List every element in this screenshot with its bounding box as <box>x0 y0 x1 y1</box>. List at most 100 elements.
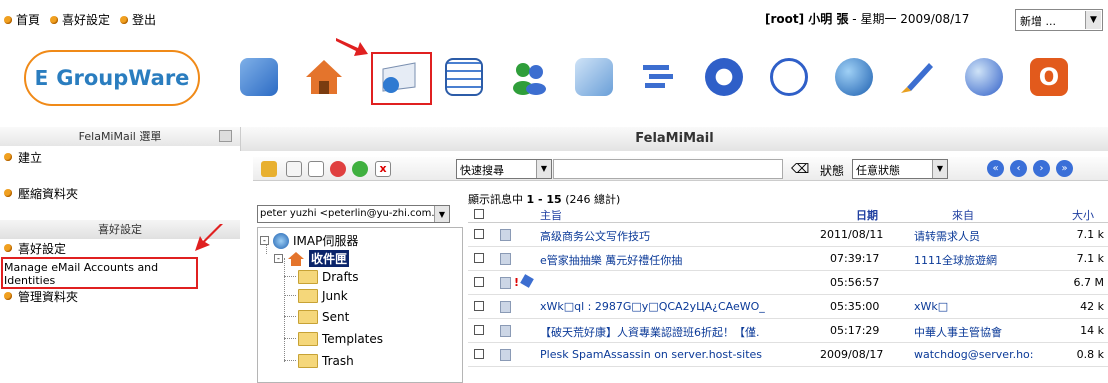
flag-icon[interactable] <box>330 161 346 177</box>
tree-root-imap[interactable]: - IMAP伺服器 <box>260 232 358 249</box>
tree-line <box>284 276 296 277</box>
message-subject[interactable]: Plesk SpamAssassin on server.host-sites <box>540 348 802 361</box>
logout-app-button[interactable]: O <box>1024 52 1074 102</box>
tree-folder-junk[interactable]: Junk <box>298 289 348 303</box>
chevron-down-icon: ▼ <box>1085 11 1101 29</box>
last-page-icon[interactable]: » <box>1056 160 1073 177</box>
message-from[interactable]: 中華人事主管協會 <box>914 324 1002 340</box>
folder-icon <box>298 310 318 324</box>
wiki-app-button[interactable] <box>959 52 1009 102</box>
collapse-icon[interactable] <box>219 130 232 142</box>
nav-prefs-link[interactable]: 喜好設定 <box>50 11 110 28</box>
sidebar-item-create[interactable]: 建立 <box>0 148 240 166</box>
chevron-down-icon: ▼ <box>536 160 551 178</box>
message-subject[interactable]: 高级商务公文写作技巧 <box>540 228 800 244</box>
tree-folder-inbox[interactable]: - 收件匣 <box>274 250 350 267</box>
row-checkbox[interactable] <box>474 325 484 335</box>
clear-search-icon[interactable]: ⌫ <box>791 162 809 177</box>
table-row[interactable]: xWk□ql : 2987G□y□QCA2yЦA¿CAeWO_ 05:35:00… <box>468 295 1108 319</box>
groupware-logo[interactable]: E GroupWare <box>24 50 200 106</box>
folder-icon <box>298 270 318 284</box>
header-size[interactable]: 大小 <box>1072 207 1094 223</box>
header-date[interactable]: 日期 <box>856 207 878 223</box>
timesheet-app-button[interactable] <box>764 52 814 102</box>
home-icon <box>306 60 342 94</box>
top-bar: 首頁 喜好設定 登出 [root] 小明 張 - 星期一 2009/08/17 … <box>0 0 1108 38</box>
status-label: 狀態 <box>820 164 845 178</box>
message-from[interactable]: watchdog@server.ho: <box>914 348 1054 361</box>
prev-page-icon[interactable]: ‹ <box>1010 160 1027 177</box>
compose-icon[interactable] <box>261 161 277 177</box>
message-size: 42 k <box>1080 300 1104 313</box>
sidebar-item-manage-folders[interactable]: 管理資料夾 <box>0 287 240 305</box>
quick-search-select[interactable]: 快速搜尋 ▼ <box>456 159 552 179</box>
mark-unread-icon[interactable] <box>308 161 324 177</box>
tree-line <box>284 338 296 339</box>
message-subject[interactable]: 【破天荒好康】人資專業認證班6折起！【僅. <box>540 324 802 340</box>
row-checkbox[interactable] <box>474 277 484 287</box>
status-select-value: 任意狀態 <box>856 164 900 177</box>
table-row[interactable]: 【破天荒好康】人資專業認證班6折起！【僅. 05:17:29 中華人事主管協會 … <box>468 319 1108 343</box>
status-select[interactable]: 任意狀態 ▼ <box>852 159 948 179</box>
projects-app-button[interactable] <box>634 52 684 102</box>
tree-folder-sent[interactable]: Sent <box>298 310 349 324</box>
tree-folder-templates[interactable]: Templates <box>298 332 383 346</box>
select-all-checkbox[interactable] <box>474 209 484 219</box>
message-from[interactable]: 请转需求人员 <box>914 228 980 244</box>
collapse-toggle-icon[interactable]: - <box>274 254 283 263</box>
network-app-button[interactable] <box>829 52 879 102</box>
collapse-toggle-icon[interactable]: - <box>260 236 269 245</box>
table-row[interactable]: Plesk SpamAssassin on server.host-sites … <box>468 343 1108 367</box>
unflag-icon[interactable] <box>352 161 368 177</box>
sidebar-item-label: 建立 <box>18 150 43 165</box>
calendar-app-button[interactable] <box>439 52 489 102</box>
sitemgr-app-button[interactable] <box>699 52 749 102</box>
message-from[interactable]: 1111全球旅遊網 <box>914 252 997 268</box>
infolog-app-button[interactable] <box>569 52 619 102</box>
notes-app-button[interactable] <box>894 52 944 102</box>
bullet-icon <box>4 244 12 252</box>
tree-line <box>284 360 296 361</box>
main-panel: FelaMiMail x 快速搜尋 ▼ ⌫ 狀態 任意狀態 ▼ « ‹ › » 顯示… <box>240 127 1108 383</box>
sidebar-item-compress[interactable]: 壓縮資料夾 <box>0 184 240 202</box>
message-icon <box>500 277 511 289</box>
nav-home-link[interactable]: 首頁 <box>4 11 40 28</box>
row-checkbox[interactable] <box>474 229 484 239</box>
globe-icon <box>835 58 873 96</box>
message-date: 07:39:17 <box>830 252 880 265</box>
chevron-down-icon: ▼ <box>434 206 449 222</box>
sidebar-item-manage-accounts[interactable]: Manage eMail Accounts and Identities <box>1 257 198 289</box>
mark-read-icon[interactable] <box>286 161 302 177</box>
message-subject[interactable]: xWk□ql : 2987G□y□QCA2yЦA¿CAeWO_ <box>540 300 802 313</box>
new-select[interactable]: 新增 ... ▼ <box>1015 9 1103 31</box>
nav-prefs-label: 喜好設定 <box>62 13 111 27</box>
search-input[interactable] <box>553 159 783 179</box>
message-size: 14 k <box>1080 324 1104 337</box>
table-row[interactable]: ! 05:56:57 6.7 M <box>468 271 1108 295</box>
message-size: 7.1 k <box>1076 252 1104 265</box>
delete-icon[interactable]: x <box>375 161 391 177</box>
message-from[interactable]: xWk□ <box>914 300 948 313</box>
table-header: 主旨 日期 來自 大小 <box>468 205 1108 223</box>
tree-folder-trash[interactable]: Trash <box>298 354 354 368</box>
message-icon <box>500 325 511 337</box>
nav-logout-link[interactable]: 登出 <box>120 11 156 28</box>
table-row[interactable]: e管家抽抽樂 萬元好禮任你抽 07:39:17 1111全球旅遊網 7.1 k <box>468 247 1108 271</box>
header-subject[interactable]: 主旨 <box>540 207 562 223</box>
egroupware-e-icon: E <box>34 66 49 90</box>
row-checkbox[interactable] <box>474 301 484 311</box>
home-app-button[interactable] <box>299 52 349 102</box>
addressbook-app-button[interactable] <box>504 52 554 102</box>
account-select[interactable]: peter yuzhi <peterlin@yu-zhi.com.tw> ▼ <box>257 205 450 223</box>
header-from[interactable]: 來自 <box>952 207 974 223</box>
table-row[interactable]: 高级商务公文写作技巧 2011/08/11 请转需求人员 7.1 k <box>468 223 1108 247</box>
tree-line <box>284 258 285 362</box>
row-checkbox[interactable] <box>474 349 484 359</box>
message-subject[interactable]: e管家抽抽樂 萬元好禮任你抽 <box>540 252 800 268</box>
row-checkbox[interactable] <box>474 253 484 263</box>
next-page-icon[interactable]: › <box>1033 160 1050 177</box>
first-page-icon[interactable]: « <box>987 160 1004 177</box>
tree-folder-drafts[interactable]: Drafts <box>298 270 359 284</box>
admin-app-button[interactable] <box>234 52 284 102</box>
tree-line <box>284 295 296 296</box>
